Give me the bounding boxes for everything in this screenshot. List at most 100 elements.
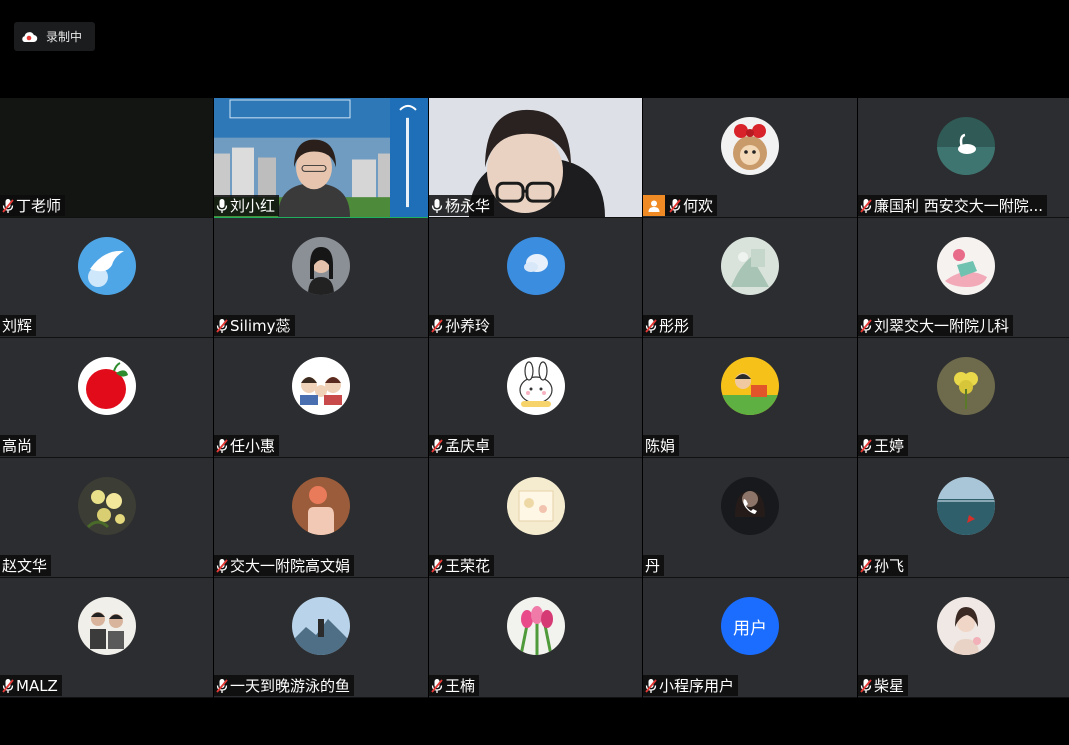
mic-muted-icon bbox=[860, 558, 872, 573]
participant-tile[interactable]: 孙养玲 bbox=[429, 218, 642, 338]
participant-tile[interactable]: 赵文华 bbox=[0, 458, 213, 578]
name-label: 小程序用户 bbox=[643, 675, 739, 696]
participant-name: 丁老师 bbox=[16, 197, 62, 215]
participant-tile[interactable]: 王荣花 bbox=[429, 458, 642, 578]
mic-muted-icon bbox=[431, 438, 443, 453]
avatar-text: 用户 bbox=[721, 597, 779, 655]
participant-tile[interactable]: 丁老师 bbox=[0, 98, 213, 218]
participant-tile[interactable]: 孙飞 bbox=[858, 458, 1069, 578]
participant-tile[interactable]: 王楠 bbox=[429, 578, 642, 698]
participant-tile[interactable]: 刘辉 bbox=[0, 218, 213, 338]
participant-tile[interactable]: 柴星 bbox=[858, 578, 1069, 698]
participant-name: 刘翠交大一附院儿科 bbox=[874, 317, 1010, 335]
recording-indicator[interactable]: 录制中 bbox=[14, 22, 95, 51]
participant-tile[interactable]: 刘翠交大一附院儿科 bbox=[858, 218, 1069, 338]
name-label: 柴星 bbox=[858, 675, 909, 696]
avatar bbox=[721, 237, 779, 295]
mic-muted-icon bbox=[216, 678, 228, 693]
participant-name: 何欢 bbox=[683, 197, 714, 215]
participant-name: 王荣花 bbox=[445, 557, 491, 575]
participant-tile[interactable]: 杨永华 bbox=[429, 98, 642, 218]
participant-tile[interactable]: 彤彤 bbox=[643, 218, 857, 338]
name-label: 孟庆卓 bbox=[429, 435, 495, 456]
avatar bbox=[77, 477, 136, 535]
avatar bbox=[292, 597, 350, 655]
mic-muted-icon bbox=[860, 318, 872, 333]
mic-muted-icon bbox=[216, 318, 228, 333]
avatar bbox=[721, 357, 779, 415]
participant-name: 彤彤 bbox=[659, 317, 690, 335]
participant-name: 孙飞 bbox=[874, 557, 905, 575]
participant-tile[interactable]: 廉国利 西安交大一附院... bbox=[858, 98, 1069, 218]
name-label: 刘小红 bbox=[214, 195, 280, 216]
avatar bbox=[936, 477, 995, 535]
host-badge bbox=[643, 195, 665, 216]
avatar bbox=[936, 597, 995, 655]
participant-tile[interactable]: 用户小程序用户 bbox=[643, 578, 857, 698]
mic-muted-icon bbox=[431, 678, 443, 693]
name-label: 交大一附院高文娟 bbox=[214, 555, 355, 576]
participant-tile[interactable]: MALZ bbox=[0, 578, 213, 698]
avatar bbox=[77, 237, 136, 295]
participant-name: 廉国利 西安交大一附院... bbox=[874, 197, 1044, 215]
mic-muted-icon bbox=[645, 678, 657, 693]
participant-name: 刘小红 bbox=[230, 197, 276, 215]
mic-muted-icon bbox=[860, 198, 872, 213]
avatar bbox=[936, 237, 995, 295]
avatar bbox=[292, 357, 350, 415]
avatar bbox=[936, 117, 995, 175]
name-label: 刘翠交大一附院儿科 bbox=[858, 315, 1014, 336]
participant-name: 一天到晚游泳的鱼 bbox=[230, 677, 351, 695]
participant-tile[interactable]: 孟庆卓 bbox=[429, 338, 642, 458]
name-label: 杨永华 bbox=[429, 195, 495, 216]
participant-name: 高尚 bbox=[2, 437, 33, 455]
participant-tile[interactable]: 任小惠 bbox=[214, 338, 428, 458]
name-label: 王楠 bbox=[429, 675, 480, 696]
avatar bbox=[506, 597, 565, 655]
mic-muted-icon bbox=[645, 318, 657, 333]
participant-name: 王婷 bbox=[874, 437, 905, 455]
mic-muted-icon bbox=[431, 318, 443, 333]
name-label: 高尚 bbox=[0, 435, 37, 456]
name-label: Silimy蕊 bbox=[214, 315, 295, 336]
participant-name: 孙养玲 bbox=[445, 317, 491, 335]
name-label: 彤彤 bbox=[643, 315, 694, 336]
participant-tile[interactable]: 刘小红 bbox=[214, 98, 428, 218]
participant-name: 丹 bbox=[645, 557, 661, 575]
mic-muted-icon bbox=[431, 558, 443, 573]
mic-muted-icon bbox=[216, 438, 228, 453]
mic-muted-icon bbox=[669, 198, 681, 213]
name-label: 陈娟 bbox=[643, 435, 680, 456]
mic-muted-icon bbox=[2, 678, 14, 693]
participant-name: 赵文华 bbox=[2, 557, 48, 575]
name-label: 一天到晚游泳的鱼 bbox=[214, 675, 355, 696]
avatar bbox=[936, 357, 995, 415]
name-label: 丁老师 bbox=[0, 195, 66, 216]
participant-tile[interactable]: 何欢 bbox=[643, 98, 857, 218]
avatar bbox=[292, 477, 350, 535]
avatar bbox=[506, 477, 565, 535]
participant-tile[interactable]: 陈娟 bbox=[643, 338, 857, 458]
participant-tile[interactable]: 高尚 bbox=[0, 338, 213, 458]
name-label: 丹 bbox=[643, 555, 665, 576]
avatar bbox=[77, 597, 136, 655]
participant-name: 柴星 bbox=[874, 677, 905, 695]
name-label: 王荣花 bbox=[429, 555, 495, 576]
participant-name: 交大一附院高文娟 bbox=[230, 557, 351, 575]
participant-tile[interactable]: 一天到晚游泳的鱼 bbox=[214, 578, 428, 698]
name-label: 孙飞 bbox=[858, 555, 909, 576]
participant-tile[interactable]: Silimy蕊 bbox=[214, 218, 428, 338]
host-user-icon bbox=[648, 200, 660, 212]
participant-tile[interactable]: 交大一附院高文娟 bbox=[214, 458, 428, 578]
avatar bbox=[506, 357, 565, 415]
avatar bbox=[721, 117, 779, 175]
name-label: 孙养玲 bbox=[429, 315, 495, 336]
avatar bbox=[506, 237, 565, 295]
participant-name: 王楠 bbox=[445, 677, 476, 695]
name-label: MALZ bbox=[0, 675, 62, 696]
participant-name: MALZ bbox=[16, 676, 58, 695]
participant-tile[interactable]: 王婷 bbox=[858, 338, 1069, 458]
participant-tile[interactable]: 正在接听系统电话丹 bbox=[643, 458, 857, 578]
name-label: 赵文华 bbox=[0, 555, 52, 576]
name-label: 何欢 bbox=[643, 195, 718, 216]
